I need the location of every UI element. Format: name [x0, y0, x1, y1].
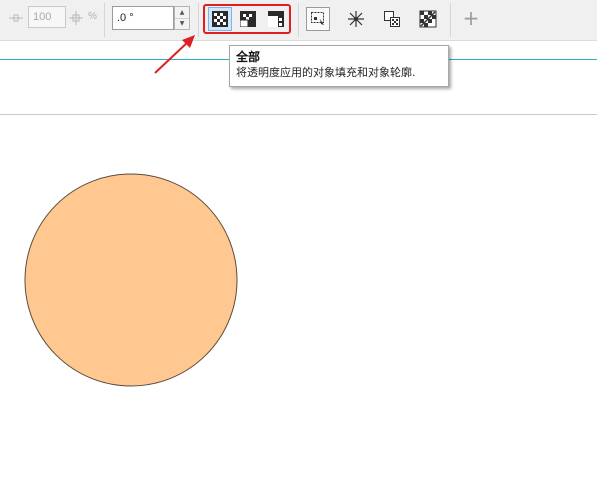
circle-shape[interactable] [22, 172, 240, 390]
toolbar-separator [104, 3, 105, 37]
copy-transparency-button[interactable] [380, 7, 404, 31]
size-node-icon [8, 9, 24, 27]
freeze-icon [311, 12, 324, 25]
percent-unit-label: % [88, 11, 97, 22]
property-toolbar: 100 % .0 ° ▲ ▼ + [0, 0, 597, 41]
edit-transparency-button[interactable] [344, 7, 368, 31]
angle-input[interactable]: .0 ° [112, 6, 174, 30]
tooltip: 全部 将透明度应用的对象填充和对象轮廓. [229, 45, 449, 87]
clear-transparency-button[interactable] [416, 7, 440, 31]
size-input[interactable]: 100 [28, 6, 66, 28]
annotation-arrow-icon [154, 35, 195, 74]
page-border [0, 114, 597, 115]
spin-down-button[interactable]: ▼ [175, 18, 189, 29]
highlight-box [203, 4, 291, 34]
freeze-transparency-button[interactable] [306, 7, 330, 31]
add-button[interactable]: + [461, 6, 481, 30]
checker-clear-icon [419, 10, 437, 28]
toolbar-separator [450, 3, 451, 37]
copy-properties-icon [384, 11, 400, 27]
step-node-icon [68, 9, 84, 27]
tooltip-title: 全部 [236, 50, 261, 64]
angle-spinner[interactable]: ▲ ▼ [174, 6, 190, 30]
toolbar-separator [298, 3, 299, 37]
starburst-icon [348, 11, 364, 27]
tooltip-description: 将透明度应用的对象填充和对象轮廓. [236, 66, 416, 79]
